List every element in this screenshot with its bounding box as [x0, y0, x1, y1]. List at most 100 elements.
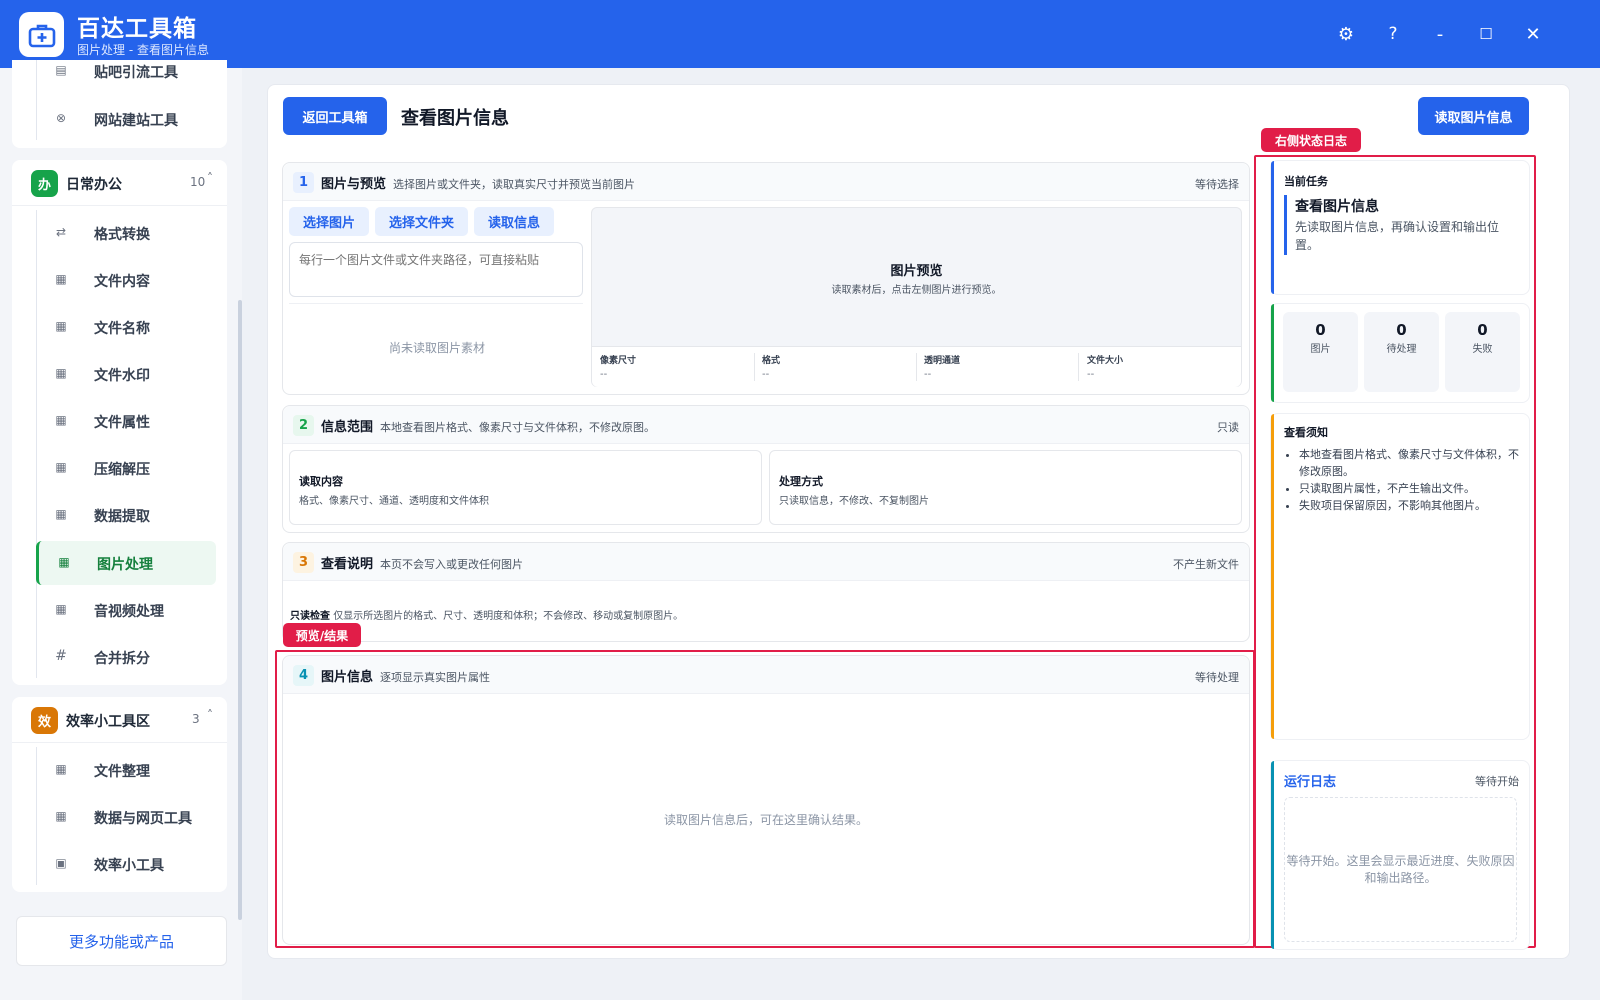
sidebar-item-media[interactable]: ▦ 音视频处理	[36, 588, 216, 632]
grid-icon: ▦	[55, 366, 67, 380]
stat-label: 待处理	[1386, 344, 1417, 355]
run-log-card: 运行日志 等待开始 等待开始。这里会显示最近进度、失败原因和输出路径。	[1270, 760, 1530, 950]
log-empty-text: 等待开始。这里会显示最近进度、失败原因和输出路径。	[1286, 854, 1515, 885]
chevron-up-icon[interactable]: ˄	[207, 171, 213, 185]
stat-images: 0 图片	[1283, 312, 1358, 392]
box-title: 处理方式	[779, 475, 823, 488]
sidebar-item-label: 网站建站工具	[94, 113, 178, 129]
section-view-notes: 3 查看说明 本页不会写入或更改任何图片 不产生新文件 只读检查 仅显示所选图片…	[282, 542, 1250, 642]
section-title: 查看说明	[321, 557, 374, 572]
info-label: 像素尺寸	[600, 356, 637, 366]
sidebar-item-watermark[interactable]: ▦ 文件水印	[36, 352, 216, 396]
info-label: 文件大小	[1087, 356, 1124, 366]
section-number: 2	[293, 415, 314, 436]
sidebar-scrollbar[interactable]	[238, 300, 242, 920]
app-title: 百达工具箱	[77, 16, 197, 42]
chevron-up-icon[interactable]: ˄	[207, 708, 213, 722]
task-label: 当前任务	[1284, 175, 1328, 188]
empty-material-text: 尚未读取图片素材	[389, 341, 486, 355]
section-title: 信息范围	[321, 420, 374, 435]
sidebar-item-file-content[interactable]: ▦ 文件内容	[36, 258, 216, 302]
sidebar-item-merge[interactable]: # 合并拆分	[36, 635, 216, 679]
group-header[interactable]: 办 日常办公 10 ˄	[12, 160, 227, 206]
sidebar-item-extract[interactable]: ▦ 数据提取	[36, 493, 216, 537]
image-preview[interactable]: 图片预览 读取素材后，点击左侧图片进行预览。 像素尺寸 -- 格式 -- 透明通…	[591, 207, 1242, 387]
grid-icon: ▦	[55, 602, 67, 616]
back-button[interactable]: 返回工具箱	[283, 97, 387, 135]
sidebar-item-mini-tools[interactable]: ▣ 效率小工具	[36, 842, 216, 886]
sidebar-group-top: ▤ 贴吧引流工具 ⊗ 网站建站工具	[12, 60, 227, 148]
sidebar-item-label: 文件水印	[94, 368, 150, 384]
more-products-button[interactable]: 更多功能或产品	[16, 916, 227, 966]
preview-result-annotation-tag: 预览/结果	[283, 623, 361, 647]
task-title: 查看图片信息	[1295, 199, 1379, 215]
hash-icon: #	[55, 648, 67, 664]
readonly-desc: 仅显示所选图片的格式、尺寸、透明度和体积；不会修改、移动或复制原图片。	[333, 611, 684, 622]
sidebar-item-label: 文件属性	[94, 415, 150, 431]
grid-icon: ▦	[55, 413, 67, 427]
help-icon[interactable]: ?	[1379, 20, 1407, 48]
grid-icon: ▦	[55, 460, 67, 474]
sidebar-item-file-attr[interactable]: ▦ 文件属性	[36, 399, 216, 443]
box-desc: 只读取信息，不修改、不复制图片	[779, 496, 929, 507]
group-count: 10	[190, 175, 206, 189]
sidebar-item-label: 文件名称	[94, 321, 150, 337]
stat-value: 0	[1477, 321, 1488, 339]
title-bar: 百达工具箱 图片处理 - 查看图片信息 ⚙ ? - ☐ ✕	[0, 0, 1600, 68]
sidebar-group-office: 办 日常办公 10 ˄ ⇄ 格式转换 ▦ 文件内容 ▦ 文件名称 ▦ 文件水印 ▦ 文件属…	[12, 160, 227, 685]
section-header: 2 信息范围 本地查看图片格式、像素尺寸与文件体积，不修改原图。 只读	[283, 406, 1249, 444]
stat-value: 0	[1396, 321, 1407, 339]
notes-title: 查看须知	[1284, 426, 1328, 439]
group-badge: 效	[31, 707, 58, 734]
sidebar-item-label: 音视频处理	[94, 604, 164, 620]
section-header: 1 图片与预览 选择图片或文件夹，读取真实尺寸并预览当前图片 等待选择	[283, 163, 1249, 201]
log-area[interactable]: 等待开始。这里会显示最近进度、失败原因和输出路径。	[1284, 797, 1517, 942]
sidebar-item-label: 图片处理	[97, 557, 153, 573]
section-desc: 本地查看图片格式、像素尺寸与文件体积，不修改原图。	[380, 421, 655, 434]
select-folder-button[interactable]: 选择文件夹	[375, 207, 468, 236]
group-header[interactable]: 效 效率小工具区 3 ˄	[12, 697, 227, 743]
grid-icon: ▦	[58, 555, 70, 569]
sidebar-item-web-tools[interactable]: ▦ 数据与网页工具	[36, 795, 216, 839]
globe-icon: ⊗	[55, 111, 67, 125]
info-value: --	[924, 369, 932, 380]
maximize-icon[interactable]: ☐	[1472, 20, 1500, 48]
info-label: 格式	[762, 356, 781, 366]
stat-label: 失败	[1472, 344, 1493, 355]
sidebar-item-file-name[interactable]: ▦ 文件名称	[36, 305, 216, 349]
notes-card: 查看须知 本地查看图片格式、像素尺寸与文件体积，不修改原图。 只读取图片属性，不…	[1270, 413, 1530, 740]
page-title: 查看图片信息	[401, 108, 509, 129]
select-image-button[interactable]: 选择图片	[289, 207, 369, 236]
note-item: 失败项目保留原因，不影响其他图片。	[1299, 497, 1521, 514]
settings-icon[interactable]: ⚙	[1332, 20, 1360, 48]
grid-icon: ▦	[55, 809, 67, 823]
sidebar-item-label: 数据与网页工具	[94, 811, 192, 827]
sidebar-item-image[interactable]: ▦ 图片处理	[36, 541, 216, 585]
group-title: 效率小工具区	[66, 714, 150, 730]
log-title: 运行日志	[1284, 775, 1337, 790]
group-count: 3	[192, 712, 200, 726]
read-info-button[interactable]: 读取信息	[474, 207, 554, 236]
sidebar-group-efficiency: 效 效率小工具区 3 ˄ ▦ 文件整理 ▦ 数据与网页工具 ▣ 效率小工具	[12, 697, 227, 892]
preview-hint: 读取素材后，点击左侧图片进行预览。	[831, 285, 1002, 296]
box-desc: 格式、像素尺寸、通道、透明度和文件体积	[299, 496, 489, 507]
info-label: 透明通道	[924, 356, 961, 366]
current-task-card: 当前任务 查看图片信息 先读取图片信息，再确认设置和输出位置。	[1270, 160, 1530, 295]
read-image-info-button[interactable]: 读取图片信息	[1418, 97, 1529, 135]
sidebar-item-compress[interactable]: ▦ 压缩解压	[36, 446, 216, 490]
task-desc: 先读取图片信息，再确认设置和输出位置。	[1295, 220, 1500, 252]
path-input[interactable]	[289, 242, 583, 297]
sidebar-item-label: 合并拆分	[94, 651, 150, 667]
sidebar-item-label: 文件内容	[94, 274, 150, 290]
group-badge: 办	[31, 170, 58, 197]
minimize-icon[interactable]: -	[1426, 20, 1454, 48]
section-number: 1	[293, 172, 314, 193]
sidebar-item-website[interactable]: ⊗ 网站建站工具	[36, 97, 216, 141]
sidebar-item-label: 文件整理	[94, 764, 150, 780]
close-icon[interactable]: ✕	[1519, 20, 1547, 48]
section-header: 3 查看说明 本页不会写入或更改任何图片 不产生新文件	[283, 543, 1249, 581]
sidebar-item-organize[interactable]: ▦ 文件整理	[36, 748, 216, 792]
sidebar-item-format[interactable]: ⇄ 格式转换	[36, 211, 216, 255]
section-status: 只读	[1217, 421, 1239, 434]
sidebar-item-tieba[interactable]: ▤ 贴吧引流工具	[36, 49, 216, 93]
